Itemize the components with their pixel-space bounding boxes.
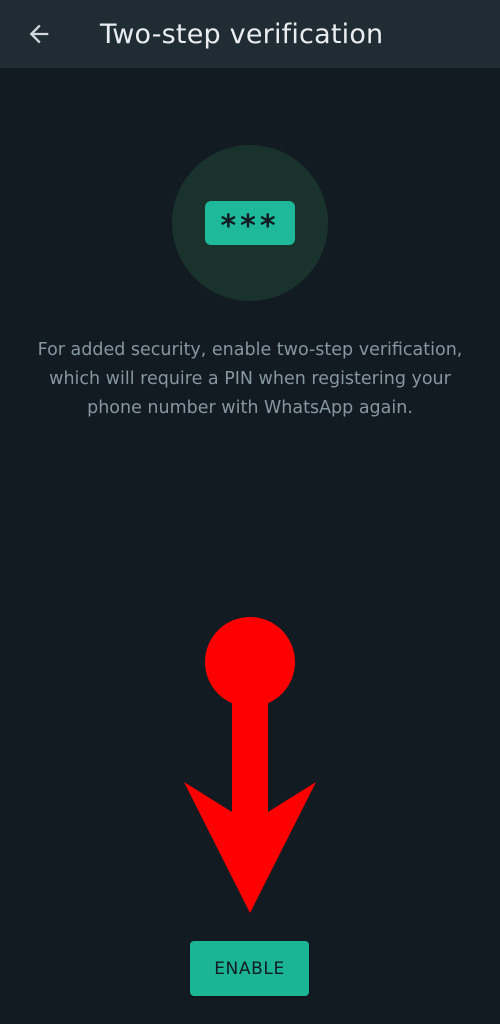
- arrow-back-icon: [25, 20, 53, 48]
- enable-button[interactable]: ENABLE: [190, 941, 309, 996]
- two-step-verification-screen: Two-step verification *** For added secu…: [0, 0, 500, 1024]
- app-bar: Two-step verification: [0, 0, 500, 68]
- red-arrow-annotation: [184, 617, 316, 913]
- security-illustration: ***: [172, 145, 328, 301]
- description-text: For added security, enable two-step veri…: [37, 340, 463, 418]
- arrow-shaft: [232, 685, 268, 815]
- page-title: Two-step verification: [100, 18, 384, 50]
- pin-asterisks-icon: ***: [205, 201, 295, 245]
- back-button[interactable]: [11, 6, 67, 62]
